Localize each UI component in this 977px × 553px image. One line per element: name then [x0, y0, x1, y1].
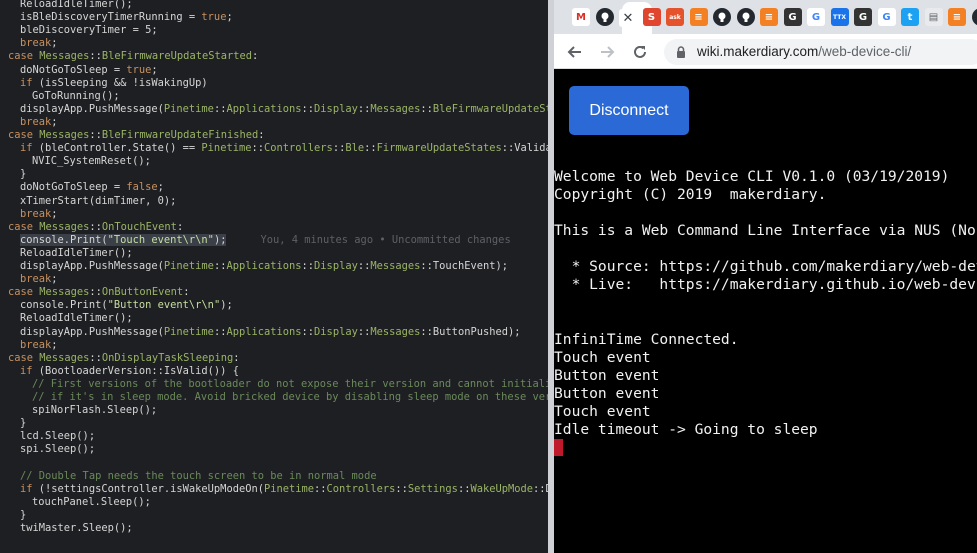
- code-line[interactable]: xTimerStart(dimTimer, 0);: [20, 195, 176, 208]
- code-line[interactable]: displayApp.PushMessage(Pinetime::Applica…: [20, 103, 548, 116]
- code-line[interactable]: break;: [20, 208, 58, 221]
- gmail-icon[interactable]: M: [572, 8, 590, 26]
- code-line[interactable]: case Messages::BleFirmwareUpdateStarted:: [8, 50, 258, 63]
- code-line[interactable]: break;: [20, 116, 58, 129]
- code-line[interactable]: if (isSleeping && !isWakingUp): [20, 77, 208, 90]
- terminal-line: Idle timeout -> Going to sleep: [554, 420, 818, 438]
- terminal-line: * Source: https://github.com/makerdiary/…: [571, 258, 977, 276]
- stackoverflow-icon[interactable]: ≡: [948, 8, 966, 26]
- scribd-icon[interactable]: S: [642, 8, 661, 26]
- code-line[interactable]: GoToRunning();: [32, 90, 120, 103]
- code-line[interactable]: console.Print("Touch event\r\n"); You, 4 …: [20, 233, 511, 247]
- github-icon[interactable]: [736, 8, 755, 26]
- ttx-icon[interactable]: TTX: [830, 8, 849, 26]
- code-line[interactable]: }: [20, 417, 26, 430]
- code-line[interactable]: displayApp.PushMessage(Pinetime::Applica…: [20, 326, 521, 339]
- code-line[interactable]: displayApp.PushMessage(Pinetime::Applica…: [20, 260, 508, 273]
- back-arrow-icon: [567, 46, 581, 58]
- code-line[interactable]: lcd.Sleep();: [20, 430, 95, 443]
- terminal-cursor: [554, 439, 563, 456]
- askubuntu-icon[interactable]: ask: [666, 8, 684, 26]
- code-line[interactable]: twiMaster.Sleep();: [20, 522, 133, 535]
- twitter-icon[interactable]: t: [901, 8, 919, 26]
- code-line[interactable]: }: [20, 509, 26, 522]
- terminal-line: Button event: [554, 366, 660, 384]
- code-line[interactable]: if (bleController.State() == Pinetime::C…: [20, 142, 548, 155]
- code-line[interactable]: isBleDiscoveryTimerRunning = true;: [20, 11, 233, 24]
- github-icon[interactable]: [713, 8, 731, 26]
- tab-strip: M ✕ Sask ≡ ≡ G G TTX G Gt ▤ ≡: [554, 0, 977, 34]
- url-path: /web-device-cli/: [818, 44, 912, 59]
- back-button[interactable]: [564, 41, 586, 63]
- stackoverflow-icon[interactable]: ≡: [760, 8, 778, 26]
- lock-icon: [677, 46, 685, 58]
- code-line[interactable]: NVIC_SystemReset();: [32, 155, 151, 168]
- disconnect-button[interactable]: Disconnect: [569, 86, 689, 135]
- code-editor[interactable]: ReloadIdleTimer(); isBleDiscoveryTimerRun…: [0, 0, 548, 553]
- browser-toolbar: wiki.makerdiary.com/web-device-cli/: [554, 34, 977, 69]
- code-line[interactable]: ReloadIdleTimer();: [20, 247, 133, 260]
- code-line[interactable]: spiNorFlash.Sleep();: [32, 404, 157, 417]
- web-device-cli-page: Disconnect Welcome to Web Device CLI V0.…: [554, 70, 977, 553]
- terminal-line: Copyright (C) 2019 makerdiary.: [554, 186, 827, 204]
- url-text: wiki.makerdiary.com/web-device-cli/: [697, 44, 911, 59]
- code-line[interactable]: spi.Sleep();: [20, 443, 95, 456]
- google-icon[interactable]: G: [877, 8, 896, 26]
- address-bar[interactable]: wiki.makerdiary.com/web-device-cli/: [664, 39, 977, 65]
- code-line[interactable]: ReloadIdleTimer();: [20, 312, 133, 325]
- extension-icon[interactable]: G: [854, 8, 872, 26]
- forward-arrow-icon: [601, 46, 615, 58]
- code-line[interactable]: bleDiscoveryTimer = 5;: [20, 24, 158, 37]
- terminal-line: Touch event: [554, 348, 651, 366]
- terminal-line: Welcome to Web Device CLI V0.1.0 (03/19/…: [554, 168, 950, 185]
- code-line[interactable]: console.Print("Button event\r\n");: [20, 299, 233, 312]
- google-icon[interactable]: G: [807, 8, 825, 26]
- site-icon[interactable]: ▤: [924, 8, 943, 26]
- forward-button[interactable]: [596, 41, 618, 63]
- code-line[interactable]: case Messages::OnDisplayTaskSleeping:: [8, 352, 240, 365]
- github-icon[interactable]: [971, 8, 977, 26]
- code-line[interactable]: }: [20, 168, 26, 181]
- reload-button[interactable]: [629, 41, 651, 63]
- code-line[interactable]: if (!settingsController.isWakeUpModeOn(P…: [20, 483, 548, 496]
- terminal-line: Button event: [554, 384, 660, 402]
- close-icon[interactable]: ✕: [619, 9, 637, 27]
- code-line[interactable]: case Messages::BleFirmwareUpdateFinished…: [8, 129, 265, 142]
- extension-icon[interactable]: G: [783, 8, 802, 26]
- code-line[interactable]: // if it's in sleep mode. Avoid bricked …: [32, 391, 548, 404]
- reload-icon: [634, 45, 646, 58]
- code-line[interactable]: if (BootloaderVersion::IsValid()) {: [20, 365, 239, 378]
- code-line[interactable]: // First versions of the bootloader do n…: [32, 378, 548, 391]
- code-line[interactable]: break;: [20, 37, 58, 50]
- code-line[interactable]: // Double Tap needs the touch screen to …: [20, 470, 377, 483]
- code-line[interactable]: touchPanel.Sleep();: [32, 496, 151, 509]
- terminal-line: This is a Web Command Line Interface via…: [554, 222, 977, 240]
- url-host: wiki.makerdiary.com: [697, 44, 819, 59]
- terminal-line: Touch event: [554, 402, 651, 420]
- github-icon[interactable]: [595, 8, 614, 26]
- stackoverflow-icon[interactable]: ≡: [689, 8, 708, 26]
- code-line[interactable]: case Messages::OnTouchEvent:: [8, 221, 183, 234]
- code-line[interactable]: doNotGoToSleep = false;: [20, 181, 164, 194]
- git-blame-annotation: You, 4 minutes ago • Uncommitted changes: [260, 233, 511, 246]
- terminal-line: * Live: https://makerdiary.github.io/web…: [571, 276, 977, 294]
- terminal-line: InfiniTime Connected.: [554, 330, 739, 348]
- code-line[interactable]: break;: [20, 339, 58, 352]
- code-line[interactable]: ReloadIdleTimer();: [20, 0, 133, 11]
- code-line[interactable]: doNotGoToSleep = true;: [20, 64, 158, 77]
- code-line[interactable]: case Messages::OnButtonEvent:: [8, 286, 189, 299]
- browser-window: M ✕ Sask ≡ ≡ G G TTX G Gt ▤ ≡ wiki.makerdiary.com/w…: [554, 0, 977, 553]
- code-line[interactable]: break;: [20, 273, 58, 286]
